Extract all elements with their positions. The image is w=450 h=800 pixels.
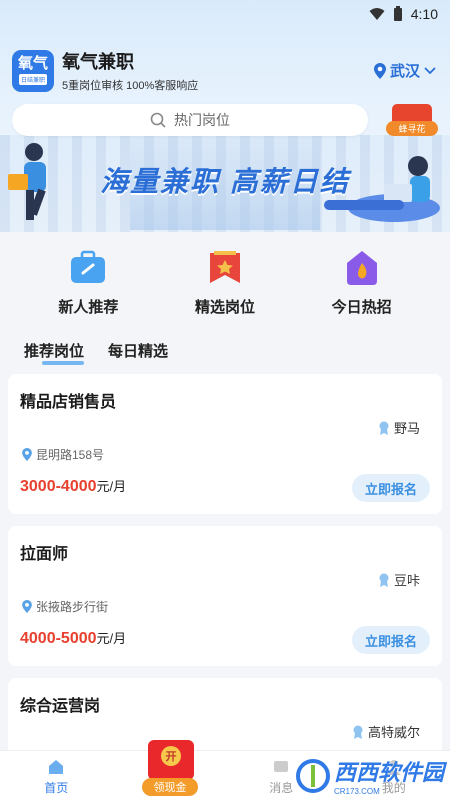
status-time: 4:10 — [410, 6, 438, 22]
app-logo: 氧气 日结兼职 — [12, 49, 54, 92]
job-card[interactable]: 精品店销售员 野马 昆明路158号 3000-4000元/月 立即报名 — [8, 374, 442, 514]
salary-range: 3000-4000 — [20, 478, 97, 495]
city-selector[interactable]: 武汉 — [373, 60, 436, 81]
search-bar[interactable]: 热门岗位 — [12, 104, 368, 136]
job-tabs: 推荐岗位 每日精选 — [24, 340, 168, 367]
category-hot[interactable]: 今日热招 — [302, 248, 422, 317]
medal-icon — [379, 573, 389, 587]
watermark-sub: CR173.COM — [333, 787, 380, 796]
watermark: 西西软件园 CR173.COM — [295, 755, 444, 796]
job-card[interactable]: 拉面师 豆咔 张掖路步行街 4000-5000元/月 立即报名 — [8, 526, 442, 666]
message-icon — [274, 761, 289, 772]
worker-illustration — [324, 156, 440, 222]
flame-icon — [342, 248, 382, 288]
category-label: 今日热招 — [331, 299, 392, 316]
promo-badge-label: 蜂寻花 — [386, 121, 438, 136]
promo-badge[interactable]: 蜂寻花 — [386, 100, 438, 138]
app-title-group: 氧气兼职 5重岗位审核 100%客服响应 — [62, 48, 198, 93]
chevron-down-icon — [424, 66, 436, 74]
nav-label: 消息 — [269, 781, 294, 795]
address-text: 张掖路步行街 — [36, 600, 109, 614]
watermark-text: 西西软件园 — [333, 760, 444, 785]
category-label: 新人推荐 — [58, 299, 119, 316]
tab-daily-picks[interactable]: 每日精选 — [108, 340, 168, 367]
app-subtitle: 5重岗位审核 100%客服响应 — [62, 80, 199, 92]
job-title: 精品店销售员 — [20, 394, 117, 411]
category-newcomer[interactable]: 新人推荐 — [28, 248, 148, 317]
nav-label: 首页 — [44, 781, 69, 795]
briefcase-icon — [68, 248, 108, 288]
job-title: 拉面师 — [20, 546, 69, 563]
company-name: 高特威尔 — [367, 725, 420, 740]
salary: 4000-5000元/月 — [20, 628, 126, 648]
ribbon-icon — [205, 248, 245, 288]
category-featured[interactable]: 精选岗位 — [165, 248, 285, 317]
search-icon — [150, 112, 166, 128]
location-pin-icon — [22, 600, 32, 613]
search-placeholder: 热门岗位 — [174, 112, 230, 128]
logo-text: 氧气 — [17, 55, 48, 72]
category-row: 新人推荐 精选岗位 今日热招 — [0, 248, 450, 317]
reward-label: 领现金 — [142, 778, 198, 796]
medal-icon — [379, 421, 389, 435]
salary-unit: 元/月 — [96, 631, 127, 646]
home-icon — [49, 760, 64, 774]
coin-icon: 开 — [161, 746, 181, 766]
address-text: 昆明路158号 — [36, 448, 105, 462]
location-pin-icon — [22, 448, 32, 461]
salary-unit: 元/月 — [96, 479, 127, 494]
app-header: 氧气 日结兼职 氧气兼职 5重岗位审核 100%客服响应 — [12, 48, 198, 93]
address: 昆明路158号 — [22, 446, 104, 463]
salary-range: 4000-5000 — [20, 630, 97, 647]
battery-icon — [393, 6, 402, 21]
logo-subtext: 日结兼职 — [18, 74, 47, 85]
job-list: 精品店销售员 野马 昆明路158号 3000-4000元/月 立即报名 拉面师 … — [8, 374, 442, 800]
app-title: 氧气兼职 — [62, 52, 134, 72]
company: 野马 — [378, 418, 420, 437]
wifi-icon — [369, 8, 385, 20]
cash-reward-button[interactable]: 开 领现金 — [138, 740, 204, 798]
job-title: 综合运营岗 — [20, 698, 101, 715]
watermark-logo-icon — [295, 758, 330, 793]
salary: 3000-4000元/月 — [20, 476, 126, 496]
watermark-text-group: 西西软件园 CR173.COM — [334, 755, 444, 796]
apply-button[interactable]: 立即报名 — [352, 626, 430, 654]
apply-button[interactable]: 立即报名 — [352, 474, 430, 502]
location-pin-icon — [373, 62, 386, 79]
company: 豆咔 — [378, 570, 420, 589]
status-bar: 4:10 — [0, 0, 450, 28]
nav-home[interactable]: 首页 — [11, 758, 101, 796]
category-label: 精选岗位 — [194, 299, 255, 316]
company-name: 野马 — [393, 421, 420, 436]
medal-icon — [353, 725, 363, 739]
tab-recommended[interactable]: 推荐岗位 — [24, 340, 85, 367]
city-name: 武汉 — [389, 63, 420, 80]
address: 张掖路步行街 — [22, 598, 108, 615]
company-name: 豆咔 — [393, 573, 420, 588]
company: 高特威尔 — [352, 722, 420, 741]
